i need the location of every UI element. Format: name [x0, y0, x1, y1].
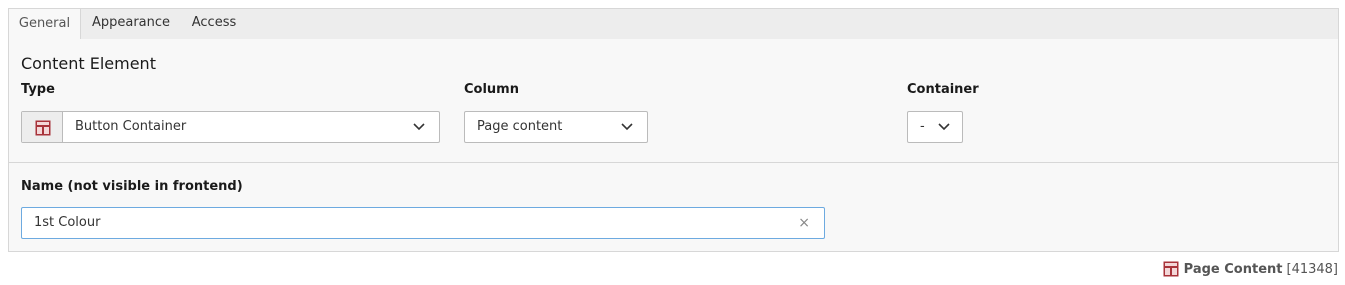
record-id: [41348] — [1286, 261, 1339, 277]
type-label: Type — [21, 82, 55, 97]
name-label: Name (not visible in frontend) — [21, 179, 243, 194]
name-input-value: 1st Colour — [34, 215, 101, 230]
record-info: Page Content [41348] — [1163, 260, 1338, 278]
chevron-down-icon — [413, 123, 425, 131]
type-select-value: Button Container — [75, 119, 187, 134]
name-input[interactable]: 1st Colour × — [21, 207, 825, 239]
tab-bar: General Appearance Access — [8, 8, 1339, 41]
chevron-down-icon — [621, 123, 633, 131]
clear-icon[interactable]: × — [798, 216, 810, 230]
tab-access[interactable]: Access — [186, 8, 242, 40]
general-panel: Content Element Type Button Container Co… — [8, 39, 1339, 252]
container-select-value: - — [920, 119, 925, 134]
tab-general[interactable]: General — [8, 8, 81, 41]
page-content-icon — [1163, 261, 1179, 277]
chevron-down-icon — [938, 123, 950, 131]
section-divider — [9, 162, 1338, 163]
container-label: Container — [907, 82, 979, 97]
section-title: Content Element — [21, 54, 156, 73]
type-icon-box — [22, 112, 63, 142]
column-select[interactable]: Page content — [464, 111, 648, 143]
column-label: Column — [464, 82, 519, 97]
record-title: Page Content — [1183, 261, 1283, 277]
container-select[interactable]: - — [907, 111, 963, 143]
content-element-icon — [35, 120, 51, 136]
column-select-value: Page content — [477, 119, 563, 134]
type-select[interactable]: Button Container — [21, 111, 440, 143]
tab-appearance[interactable]: Appearance — [89, 8, 173, 40]
